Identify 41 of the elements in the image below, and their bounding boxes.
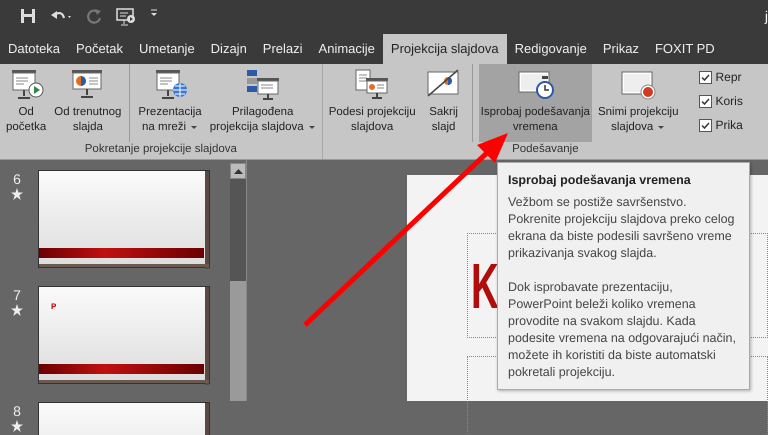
tooltip-title: Isprobaj podešavanja vremena <box>508 172 692 189</box>
tooltip-text: Vežbom se postiže savršenstvo. Pokrenite projekciju slajdova preko celog ekrana da biste podesili savršeno vreme prikazivanja svakog slajda. <box>508 194 736 262</box>
checkbox-option[interactable]: Koris <box>698 92 743 110</box>
checkbox[interactable] <box>698 70 712 84</box>
checkbox-option[interactable]: Repr <box>698 68 743 86</box>
tooltip-text: Dok isprobavate prezentaciju, PowerPoint beleži koliko vremena provodite na svakom slajdu. Kada podesite vremena na odgovarajući način, možete ih koristiti da biste automatski pokretali projekciju. <box>508 279 737 381</box>
ribbon-button[interactable]: Od trenutnog slajda <box>52 64 130 142</box>
slide-number: 7 <box>13 286 21 304</box>
scroll-up-icon[interactable] <box>234 168 242 174</box>
ribbon-button[interactable]: Isprobaj podešavanja vremena <box>478 64 592 142</box>
window-title: j <box>764 7 768 26</box>
group-label: Pokretanje projekcije slajdova <box>84 142 238 157</box>
checkbox[interactable] <box>698 94 712 108</box>
ribbon-tab[interactable]: Umetanje <box>131 34 203 64</box>
ribbon-button[interactable]: Prilagođena projekcija slajdova <box>208 64 318 142</box>
slide-design-drawing <box>205 403 209 435</box>
slide-thumbnail[interactable]: P <box>38 286 210 384</box>
save-icon[interactable] <box>20 8 36 26</box>
ribbon-tab[interactable]: Dizajn <box>202 34 255 64</box>
slide-text: P <box>51 301 56 313</box>
ribbon-tab[interactable]: Prikaz <box>594 34 647 64</box>
slide-number: 8 <box>13 402 21 420</box>
scrollbar[interactable] <box>230 163 246 401</box>
ribbon-button[interactable]: Od početka <box>4 64 48 142</box>
ribbon-button[interactable]: Prezentacija na mreži <box>136 64 204 142</box>
ribbon-tab[interactable]: Redigovanje <box>506 34 595 64</box>
group-label: Podešavanje <box>511 142 580 157</box>
ribbon-button[interactable]: Snimi projekciju slajdova <box>596 64 680 142</box>
ribbon-tab[interactable]: Animacije <box>310 34 383 64</box>
ribbon-tab[interactable]: Prelazi <box>254 34 311 64</box>
presentation-icon[interactable] <box>116 8 136 26</box>
checkbox[interactable] <box>698 118 712 132</box>
checkbox-option[interactable]: Prika <box>698 116 743 134</box>
slide-number: 6 <box>13 170 21 188</box>
ribbon-button[interactable]: Sakrij slajd <box>422 64 473 142</box>
ribbon-button[interactable]: Podesi projekciju slajdova <box>326 64 418 142</box>
slide-title: K <box>471 260 499 312</box>
ribbon-tab[interactable]: FOXIT PD <box>646 34 723 64</box>
ribbon-tab[interactable]: Projekcija slajdova <box>382 34 507 64</box>
ribbon-tab[interactable]: Datoteka <box>0 34 68 64</box>
ribbon-tab[interactable]: Početak <box>68 34 132 64</box>
